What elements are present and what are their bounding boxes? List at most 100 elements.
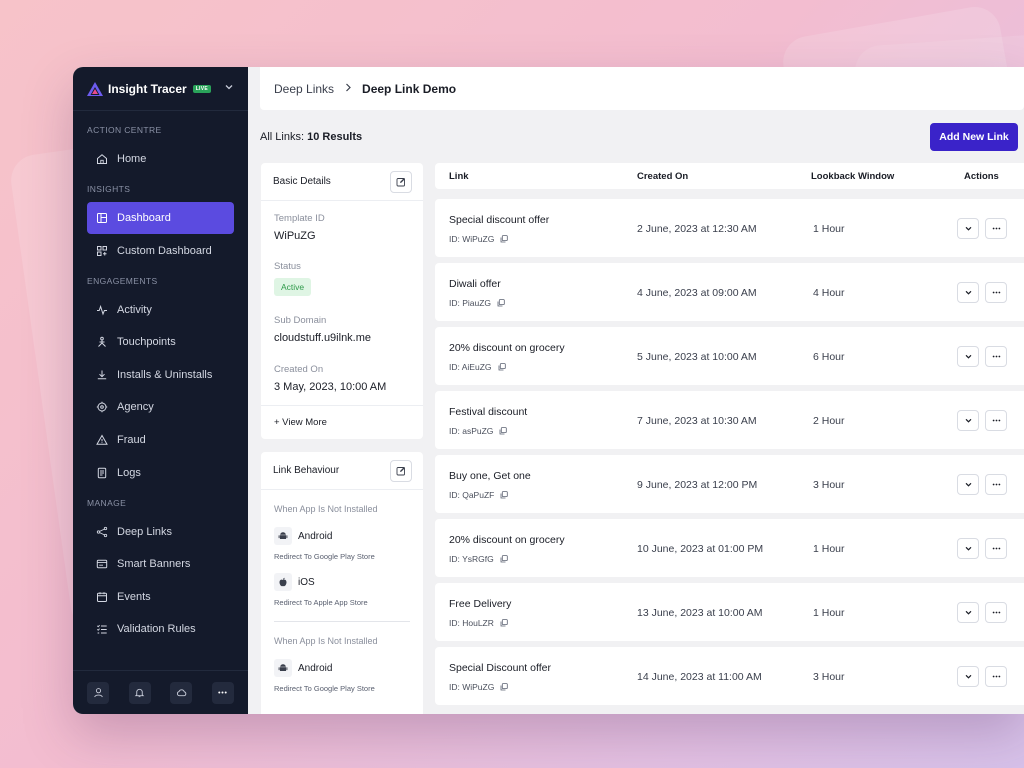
- grid-icon: [95, 244, 108, 257]
- sidebar-nav: ACTION CENTRE Home INSIGHTS Dashboard Custom…: [73, 125, 248, 645]
- link-name[interactable]: 20% discount on grocery: [449, 342, 565, 354]
- copy-icon[interactable]: [500, 555, 508, 563]
- table-row[interactable]: Buy one, Get one ID: QaPuZF 9 June, 2023 a…: [435, 455, 1024, 513]
- column-header-lookback-window: Lookback Window: [811, 171, 895, 182]
- results-value: 10 Results: [307, 131, 363, 143]
- link-name[interactable]: 20% discount on grocery: [449, 534, 565, 546]
- table-row[interactable]: 20% discount on grocery ID: AiEuZG 5 June,…: [435, 327, 1024, 385]
- table-row[interactable]: Free Delivery ID: HouLZR 13 June, 2023 at …: [435, 583, 1024, 641]
- link-name[interactable]: Special Discount offer: [449, 662, 551, 674]
- expand-row-button[interactable]: [957, 474, 979, 495]
- copy-icon[interactable]: [500, 491, 509, 499]
- link-name[interactable]: Buy one, Get one: [449, 470, 531, 482]
- sidebar-section-title: ENGAGEMENTS: [87, 275, 158, 286]
- expand-row-button[interactable]: [957, 410, 979, 431]
- more-icon: [992, 352, 1001, 361]
- sidebar-item-smart-banners[interactable]: Smart Banners: [87, 548, 234, 580]
- expand-row-button[interactable]: [957, 538, 979, 559]
- expand-row-button[interactable]: [957, 218, 979, 239]
- table-row[interactable]: Diwali offer ID: PiauZG 4 June, 2023 at 09…: [435, 263, 1024, 321]
- table-row[interactable]: 20% discount on grocery ID: YsRGfG 10 June…: [435, 519, 1024, 577]
- sidebar-item-deep-links[interactable]: Deep Links: [87, 516, 234, 548]
- lookback-window-cell: 3 Hour: [813, 479, 845, 491]
- sidebar-item-label: Fraud: [117, 433, 146, 446]
- sidebar-item-agency[interactable]: Agency: [87, 391, 234, 423]
- row-more-button[interactable]: [985, 602, 1007, 623]
- link-name[interactable]: Diwali offer: [449, 278, 501, 290]
- view-more-link[interactable]: + View More: [261, 405, 423, 439]
- touchpoints-icon: [95, 336, 108, 349]
- more-icon: [992, 416, 1001, 425]
- row-more-button[interactable]: [985, 346, 1007, 367]
- link-name[interactable]: Festival discount: [449, 406, 527, 418]
- chevron-down-icon: [964, 544, 973, 553]
- column-header-link: Link: [449, 171, 469, 182]
- chevron-down-icon: [964, 480, 973, 489]
- sidebar-item-logs[interactable]: Logs: [87, 457, 234, 489]
- add-new-link-button[interactable]: Add New Link: [930, 123, 1018, 151]
- more-icon[interactable]: [211, 681, 234, 704]
- copy-icon[interactable]: [500, 619, 508, 627]
- copy-icon[interactable]: [498, 363, 506, 371]
- edit-basic-details-button[interactable]: [390, 171, 412, 193]
- table-row[interactable]: Special discount offer ID: WiPuZG 2 June, …: [435, 199, 1024, 257]
- brand-header[interactable]: Insight Tracer LIVE: [73, 67, 248, 111]
- sidebar-item-validation-rules[interactable]: Validation Rules: [87, 613, 234, 645]
- sidebar-item-activity[interactable]: Activity: [87, 294, 234, 326]
- link-id-text: ID: HouLZR: [449, 618, 494, 628]
- column-header-actions: Actions: [964, 171, 999, 182]
- results-count: All Links: 10 Results: [260, 131, 362, 143]
- chevron-down-icon: [964, 288, 973, 297]
- row-more-button[interactable]: [985, 410, 1007, 431]
- expand-row-button[interactable]: [957, 346, 979, 367]
- sidebar-item-installs-uninstalls[interactable]: Installs & Uninstalls: [87, 359, 234, 391]
- created-on-label: Created On: [274, 364, 324, 375]
- row-more-button[interactable]: [985, 218, 1007, 239]
- copy-icon[interactable]: [497, 299, 505, 307]
- platform-android: Android Redirect To Google Play Store: [261, 659, 423, 693]
- sidebar-item-fraud[interactable]: Fraud: [87, 424, 234, 456]
- home-icon: [95, 153, 108, 166]
- sidebar-item-dashboard[interactable]: Dashboard: [87, 202, 234, 234]
- sidebar-footer: [73, 670, 248, 714]
- sidebar: Insight Tracer LIVE ACTION CENTRE Home INS…: [73, 67, 248, 714]
- results-label: All Links:: [260, 131, 305, 143]
- row-more-button[interactable]: [985, 666, 1007, 687]
- row-more-button[interactable]: [985, 538, 1007, 559]
- expand-row-button[interactable]: [957, 602, 979, 623]
- link-name[interactable]: Special discount offer: [449, 214, 549, 226]
- expand-row-button[interactable]: [957, 666, 979, 687]
- cloud-icon[interactable]: [170, 681, 193, 704]
- sidebar-item-touchpoints[interactable]: Touchpoints: [87, 326, 234, 358]
- row-more-button[interactable]: [985, 474, 1007, 495]
- basic-details-header: Basic Details: [261, 163, 423, 201]
- user-icon[interactable]: [87, 681, 109, 704]
- copy-icon[interactable]: [500, 683, 509, 691]
- expand-row-button[interactable]: [957, 282, 979, 303]
- copy-icon[interactable]: [500, 235, 509, 243]
- sidebar-item-label: Dashboard: [117, 212, 171, 224]
- created-on-cell: 2 June, 2023 at 12:30 AM: [637, 223, 757, 235]
- app-window: Insight Tracer LIVE ACTION CENTRE Home INS…: [73, 67, 1024, 714]
- template-id-label: Template ID: [274, 213, 325, 224]
- copy-icon[interactable]: [499, 427, 508, 435]
- apple-icon: [274, 573, 292, 591]
- sidebar-item-home[interactable]: Home: [87, 143, 234, 175]
- edit-link-behaviour-button[interactable]: [390, 460, 412, 482]
- bell-icon[interactable]: [128, 681, 151, 704]
- table-row[interactable]: Festival discount ID: asPuZG 7 June, 2023 …: [435, 391, 1024, 449]
- brand-name: Insight Tracer: [108, 81, 187, 96]
- link-id: ID: QaPuZF: [449, 490, 509, 500]
- sidebar-item-label: Home: [117, 153, 147, 165]
- link-name[interactable]: Free Delivery: [449, 598, 511, 610]
- chevron-down-icon[interactable]: [224, 82, 234, 95]
- breadcrumb-parent[interactable]: Deep Links: [274, 82, 334, 96]
- sidebar-item-events[interactable]: Events: [87, 581, 234, 613]
- target-icon: [95, 401, 108, 414]
- template-id-value: WiPuZG: [274, 230, 316, 242]
- status-badge: Active: [274, 278, 312, 296]
- calendar-icon: [95, 590, 108, 603]
- sidebar-item-custom-dashboard[interactable]: Custom Dashboard: [87, 235, 234, 267]
- row-more-button[interactable]: [985, 282, 1007, 303]
- table-row[interactable]: Special Discount offer ID: WiPuZG 14 June,…: [435, 647, 1024, 705]
